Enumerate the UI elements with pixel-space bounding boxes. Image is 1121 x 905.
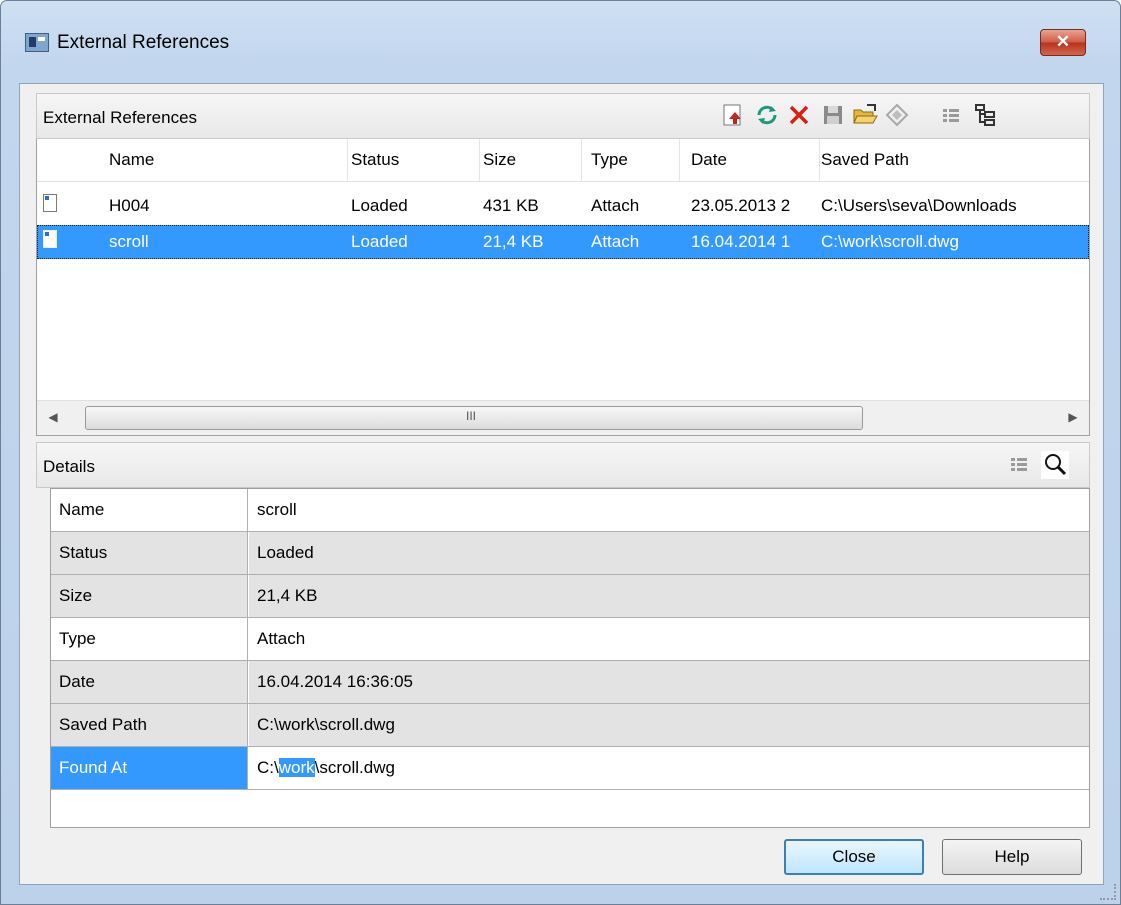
bind-icon[interactable]	[883, 102, 911, 130]
details-row[interactable]: Name scroll	[51, 489, 1089, 532]
details-panel-header: Details	[36, 442, 1090, 488]
reference-status: Loaded	[351, 232, 408, 251]
reference-saved-path: C:\Users\seva\Downloads	[821, 196, 1017, 215]
reference-name: H004	[109, 196, 150, 215]
details-table: Name scroll Status Loaded Size 21,4 KB T…	[50, 488, 1090, 828]
save-icon[interactable]	[819, 102, 847, 130]
column-header-type[interactable]: Type	[591, 150, 628, 170]
details-label: Name	[51, 489, 248, 531]
found-at-prefix: C:\	[257, 758, 279, 777]
open-folder-icon[interactable]	[851, 102, 879, 130]
details-value: scroll	[257, 500, 297, 519]
details-row[interactable]: Date 16.04.2014 16:36:05	[51, 661, 1089, 704]
found-at-suffix: \scroll.dwg	[314, 758, 395, 777]
close-button[interactable]: Close	[784, 839, 924, 875]
details-label: Size	[51, 575, 248, 617]
scroll-right-arrow-icon[interactable]: ▶	[1063, 407, 1083, 427]
reference-row-selected[interactable]: scroll Loaded 21,4 KB Attach 16.04.2014 …	[37, 225, 1089, 259]
reference-name: scroll	[109, 232, 149, 251]
scroll-left-arrow-icon[interactable]: ◀	[43, 407, 63, 427]
reference-row[interactable]: H004 Loaded 431 KB Attach 23.05.2013 2 C…	[37, 189, 1089, 223]
details-row[interactable]: Saved Path C:\work\scroll.dwg	[51, 704, 1089, 747]
tree-view-icon[interactable]	[971, 102, 999, 130]
reference-type: Attach	[591, 196, 640, 215]
dialog-client-area: External References Name Status Size Typ…	[19, 83, 1104, 885]
reference-type: Attach	[591, 232, 640, 251]
column-header-saved-path[interactable]: Saved Path	[821, 150, 909, 170]
details-row[interactable]: Status Loaded	[51, 532, 1089, 575]
reference-date: 16.04.2014 1	[691, 232, 791, 251]
drawing-file-icon	[43, 194, 57, 212]
references-panel-title: External References	[43, 108, 198, 127]
details-label: Type	[51, 618, 248, 660]
title-bar[interactable]: External References ✕	[1, 1, 1120, 83]
reference-status: Loaded	[351, 196, 408, 215]
list-view-icon[interactable]	[937, 102, 965, 130]
drawing-file-icon	[43, 230, 57, 248]
reference-date: 23.05.2013 2	[691, 196, 791, 215]
horizontal-scrollbar[interactable]: ◀ III ▶	[37, 400, 1089, 435]
found-at-input[interactable]: C:\work\scroll.dwg	[249, 747, 1089, 789]
attach-icon[interactable]	[719, 102, 747, 130]
details-value: 21,4 KB	[249, 575, 1089, 617]
column-header-name[interactable]: Name	[109, 150, 154, 170]
column-header-date[interactable]: Date	[691, 150, 727, 170]
details-label: Status	[51, 532, 248, 574]
column-header-size[interactable]: Size	[483, 150, 516, 170]
detach-icon[interactable]	[785, 102, 813, 130]
details-value: C:\work\scroll.dwg	[249, 704, 1089, 746]
details-row[interactable]: Size 21,4 KB	[51, 575, 1089, 618]
search-icon[interactable]	[1041, 451, 1069, 479]
resize-grip-icon[interactable]	[1100, 884, 1116, 900]
window-close-button[interactable]: ✕	[1040, 29, 1086, 56]
list-view-icon[interactable]	[1005, 451, 1033, 479]
scrollbar-grip: III	[466, 409, 477, 423]
reference-size: 431 KB	[483, 196, 539, 215]
details-value: 16.04.2014 16:36:05	[249, 661, 1089, 703]
references-panel-header: External References	[36, 93, 1090, 139]
reference-size: 21,4 KB	[483, 232, 544, 251]
details-value: Attach	[257, 629, 306, 648]
details-label: Date	[51, 661, 248, 703]
found-at-selected-text: work	[278, 758, 315, 777]
details-row[interactable]: Type Attach	[51, 618, 1089, 661]
details-label: Saved Path	[51, 704, 248, 746]
refresh-icon[interactable]	[753, 102, 781, 130]
external-references-window: External References ✕ External Reference…	[0, 0, 1121, 905]
scrollbar-thumb[interactable]: III	[85, 406, 863, 430]
details-value: Loaded	[249, 532, 1089, 574]
references-list-header: Name Status Size Type Date Saved Path	[37, 139, 1089, 182]
found-at-label: Found At	[51, 747, 248, 789]
details-panel-title: Details	[43, 457, 95, 476]
help-button[interactable]: Help	[942, 839, 1082, 875]
window-title: External References	[57, 32, 230, 53]
column-header-status[interactable]: Status	[351, 150, 399, 170]
app-icon	[25, 33, 49, 52]
reference-saved-path: C:\work\scroll.dwg	[821, 232, 959, 251]
details-row-found-at[interactable]: Found At C:\work\scroll.dwg	[51, 747, 1089, 790]
references-list[interactable]: Name Status Size Type Date Saved Path H0…	[36, 139, 1090, 436]
